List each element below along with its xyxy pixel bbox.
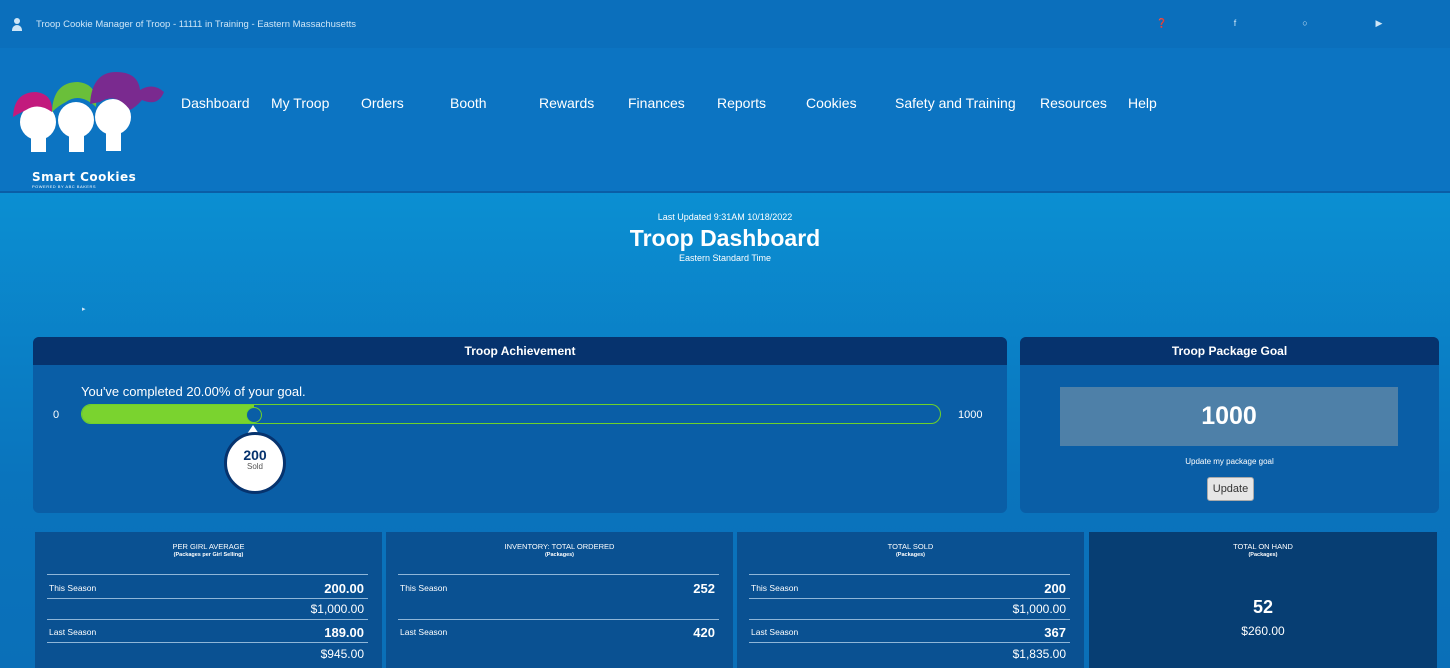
logo-text: Smart Cookies: [32, 170, 137, 184]
divider: [47, 598, 368, 599]
last-updated: Last Updated 9:31AM 10/18/2022: [657, 212, 793, 222]
per-girl-average-card: PER GIRL AVERAGE (Packages per Girl Sell…: [35, 532, 382, 668]
troop-achievement-panel: Troop Achievement You've completed 20.00…: [33, 337, 1007, 513]
divider: [47, 574, 368, 575]
on-hand-subtitle: (Packages): [1248, 552, 1278, 558]
this-season-label: This Season: [751, 583, 799, 593]
on-hand-value: 52: [1252, 597, 1274, 617]
last-season-value: 189.00: [324, 625, 364, 640]
progress-track: [81, 404, 941, 424]
this-season-label: This Season: [49, 583, 97, 593]
divider: [47, 619, 368, 620]
goal-panel-title: Troop Package Goal: [1020, 337, 1439, 365]
timezone-label: Eastern Standard Time: [678, 253, 772, 263]
youtube-icon[interactable]: ▶: [1372, 16, 1386, 30]
total-sold-subtitle: (Packages): [895, 552, 926, 558]
update-goal-button[interactable]: Update: [1207, 477, 1254, 501]
divider: [749, 598, 1070, 599]
per-girl-subtitle: (Packages per Girl Selling): [173, 552, 244, 558]
per-girl-title: PER GIRL AVERAGE: [172, 542, 245, 551]
this-season-value: 200.00: [324, 581, 364, 596]
divider: [398, 574, 719, 575]
this-season-value: 200: [1044, 581, 1066, 596]
per-girl-heading: PER GIRL AVERAGE (Packages per Girl Sell…: [35, 542, 382, 560]
last-season-money: $945.00: [320, 647, 364, 661]
logo-tagline: POWERED BY ABC BAKERS: [32, 184, 96, 189]
sold-label: Sold: [246, 462, 263, 471]
nav-orders[interactable]: Orders: [361, 95, 404, 111]
nav-cookies[interactable]: Cookies: [806, 95, 857, 111]
this-season-money: $1,000.00: [1012, 602, 1066, 616]
progress-max-label: 1000: [958, 409, 983, 421]
nav-reports[interactable]: Reports: [717, 95, 766, 111]
this-season-value: 252: [693, 581, 715, 596]
instagram-icon[interactable]: ○: [1298, 16, 1312, 30]
help-icon[interactable]: ❓: [1155, 16, 1169, 30]
divider: [749, 642, 1070, 643]
on-hand-title: TOTAL ON HAND: [1233, 542, 1293, 551]
sold-count-bubble: 200 Sold: [224, 432, 286, 494]
this-season-label: This Season: [400, 583, 448, 593]
goal-progress-message: You've completed 20.00% of your goal.: [81, 384, 306, 399]
user-icon[interactable]: [10, 17, 24, 31]
update-goal-text: Update my package goal: [1185, 457, 1274, 466]
last-season-value: 367: [1044, 625, 1066, 640]
nav-booth[interactable]: Booth: [450, 95, 487, 111]
divider: [749, 574, 1070, 575]
last-season-label: Last Season: [49, 627, 97, 637]
smart-cookies-logo[interactable]: Smart Cookies POWERED BY ABC BAKERS: [8, 62, 168, 189]
total-on-hand-card: TOTAL ON HAND (Packages) 52 $260.00: [1089, 532, 1437, 668]
last-season-label: Last Season: [400, 627, 448, 637]
page-title: Troop Dashboard: [629, 225, 821, 251]
troop-package-goal-panel: Troop Package Goal 1000 Update my packag…: [1020, 337, 1439, 513]
main-navbar: Smart Cookies POWERED BY ABC BAKERS Dash…: [0, 48, 1450, 193]
on-hand-heading: TOTAL ON HAND (Packages): [1089, 542, 1437, 560]
inventory-total-ordered-card: INVENTORY: TOTAL ORDERED (Packages) This…: [386, 532, 733, 668]
inventory-subtitle: (Packages): [544, 552, 575, 558]
account-title: Troop Cookie Manager of Troop - 11111 in…: [36, 18, 356, 30]
achievement-panel-title: Troop Achievement: [33, 337, 1007, 365]
inventory-title: INVENTORY: TOTAL ORDERED: [504, 542, 615, 551]
progress-fill: [82, 405, 254, 423]
nav-dashboard[interactable]: Dashboard: [181, 95, 250, 111]
divider: [398, 619, 719, 620]
progress-marker: [246, 407, 262, 423]
nav-help[interactable]: Help: [1128, 95, 1157, 111]
last-season-value: 420: [693, 625, 715, 640]
inventory-heading: INVENTORY: TOTAL ORDERED (Packages): [386, 542, 733, 560]
nav-rewards[interactable]: Rewards: [539, 95, 594, 111]
last-season-label: Last Season: [751, 627, 799, 637]
divider: [749, 619, 1070, 620]
total-sold-card: TOTAL SOLD (Packages) This Season 200 $1…: [737, 532, 1084, 668]
nav-my-troop[interactable]: My Troop: [271, 95, 329, 111]
package-goal-value: 1000: [1060, 387, 1398, 446]
total-sold-title: TOTAL SOLD: [887, 542, 934, 551]
last-season-money: $1,835.00: [1012, 647, 1066, 661]
logo-cookies-graphic: [13, 72, 164, 152]
on-hand-money: $260.00: [1241, 624, 1285, 638]
expand-arrow-icon[interactable]: ▸: [82, 305, 86, 313]
sold-count: 200: [243, 447, 267, 463]
divider: [47, 642, 368, 643]
nav-finances[interactable]: Finances: [628, 95, 685, 111]
nav-safety-training[interactable]: Safety and Training: [895, 95, 1016, 111]
progress-min-label: 0: [53, 409, 60, 421]
total-sold-heading: TOTAL SOLD (Packages): [737, 542, 1084, 560]
this-season-money: $1,000.00: [310, 602, 364, 616]
nav-resources[interactable]: Resources: [1040, 95, 1107, 111]
facebook-icon[interactable]: f: [1228, 16, 1242, 30]
